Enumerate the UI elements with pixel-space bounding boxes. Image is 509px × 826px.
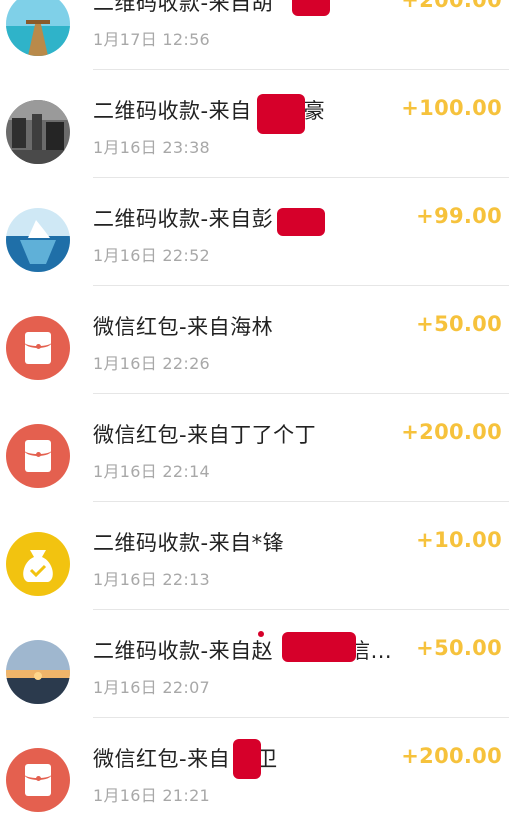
transaction-title: 二维码收款-来自*锋 [93,531,285,555]
transaction-item[interactable]: 微信红包-来自丁了个丁 1月16日 22:14 +200.00 [0,394,509,502]
iceberg-avatar [6,208,70,272]
title-suffix: 豪 [303,99,326,123]
transaction-amount: +50.00 [416,636,502,660]
transaction-item[interactable]: 二维码收款-来自赵 信... 1月16日 22:07 +50.00 [0,610,509,718]
transaction-item[interactable]: 二维码收款-来自*锋 1月16日 22:13 +10.00 [0,502,509,610]
transaction-title: 二维码收款-来自彭 [93,207,274,231]
redaction-block [292,0,330,16]
redaction-dot [258,631,264,637]
transaction-item[interactable]: 微信红包-来自海林 1月16日 22:26 +50.00 [0,286,509,394]
beach-pier-avatar [6,0,70,56]
title-prefix: 微信红包-来自 [93,747,231,771]
red-packet-glyph [24,332,52,364]
transaction-amount: +50.00 [416,312,502,336]
redaction-block [233,739,261,779]
transaction-title: 微信红包-来自海林 [93,315,274,339]
transaction-date: 1月16日 22:07 [93,678,211,697]
transaction-item[interactable]: 二维码收款-来自彭 1月16日 22:52 +99.00 [0,178,509,286]
transaction-amount: +99.00 [416,204,502,228]
transaction-item[interactable]: 二维码收款-来自 豪 1月16日 23:38 +100.00 [0,70,509,178]
redaction-block [277,208,325,236]
sunset-photo-avatar [6,640,70,704]
transaction-date: 1月16日 22:26 [93,354,211,373]
transaction-date: 1月16日 21:21 [93,786,211,805]
red-packet-icon [6,316,70,380]
transaction-item[interactable]: 微信红包-来自卫 1月16日 21:21 +200.00 [0,718,509,826]
transaction-item[interactable]: 二维码收款-来自胡 1月17日 12:56 +200.00 [0,0,509,70]
red-packet-glyph [24,764,52,796]
red-packet-glyph [24,440,52,472]
red-packet-icon [6,424,70,488]
transaction-amount: +10.00 [416,528,502,552]
transaction-date: 1月16日 23:38 [93,138,211,157]
transaction-title: 二维码收款-来自胡 [93,0,274,15]
transaction-amount: +200.00 [401,0,502,12]
street-photo-avatar [6,100,70,164]
transaction-date: 1月16日 22:14 [93,462,211,481]
title-prefix: 二维码收款-来自赵 [93,639,274,663]
transaction-amount: +200.00 [401,420,502,444]
title-prefix: 二维码收款-来自 [93,99,252,123]
transaction-date: 1月17日 12:56 [93,30,211,49]
redaction-block [282,632,356,662]
red-packet-icon [6,748,70,812]
transaction-amount: +200.00 [401,744,502,768]
transaction-list: 二维码收款-来自胡 1月17日 12:56 +200.00 二维码收款-来自 豪 … [0,0,509,826]
transaction-amount: +100.00 [401,96,502,120]
transaction-date: 1月16日 22:52 [93,246,211,265]
transaction-date: 1月16日 22:13 [93,570,211,589]
transaction-title: 微信红包-来自丁了个丁 [93,423,317,447]
redaction-block [257,94,305,134]
money-bag-icon [6,532,70,596]
